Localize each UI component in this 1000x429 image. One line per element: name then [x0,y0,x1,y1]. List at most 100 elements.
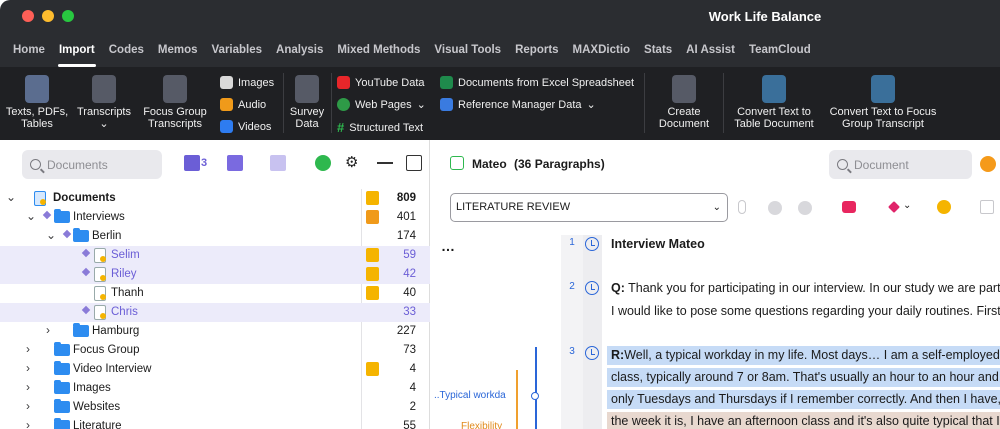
tab-analysis[interactable]: Analysis [269,34,330,67]
memo-icon[interactable] [366,267,379,281]
import-videos-button[interactable]: Videos [220,120,271,133]
zoom-window-button[interactable] [62,10,74,22]
code-emoticode-icon[interactable] [842,201,856,213]
code-with-new-icon[interactable] [798,201,812,215]
timestamp-icon[interactable] [585,237,599,251]
code-icon[interactable] [738,200,746,214]
paragraph-line[interactable]: R:Well, a typical workday in my life. Mo… [611,348,1000,362]
speaker-label: Q: [611,281,625,295]
minimize-window-button[interactable] [42,10,54,22]
tree-row-documents[interactable]: ⌄ Documents 809 [0,189,430,208]
convert-to-focus-group-button[interactable]: Convert Text to Focus Group Transcript [823,75,943,130]
memo-m-icon[interactable] [366,210,379,224]
gear-icon[interactable]: ⚙ [345,155,361,171]
tab-teamcloud[interactable]: TeamCloud [742,34,818,67]
tab-maxdictio[interactable]: MAXDictio [566,34,638,67]
add-document-icon[interactable] [315,155,331,171]
chevron-right-icon[interactable]: › [26,418,38,429]
emoji-icon[interactable] [937,200,951,214]
tab-ai-assist[interactable]: AI Assist [679,34,742,67]
ribbon-label: Texts, PDFs, [5,106,69,118]
paragraph-line[interactable]: I would like to pose some questions rega… [611,304,1000,318]
copy-documents-icon[interactable] [270,155,286,171]
import-texts-button[interactable]: Texts, PDFs, Tables [4,75,70,130]
close-window-button[interactable] [22,10,34,22]
tab-variables[interactable]: Variables [205,34,270,67]
excel-import-button[interactable]: Documents from Excel Spreadsheet [440,76,634,89]
memo-icon[interactable] [366,362,379,376]
memo-icon[interactable] [366,248,379,262]
tree-row-websites[interactable]: › Websites 2 [0,398,430,417]
tab-stats[interactable]: Stats [637,34,679,67]
search-placeholder: Document [854,157,909,172]
chevron-right-icon[interactable]: › [26,342,38,356]
create-document-button[interactable]: Create Document [648,75,720,130]
tab-memos[interactable]: Memos [151,34,205,67]
code-stripe[interactable] [535,347,537,429]
tree-row-images[interactable]: › Images 4 [0,379,430,398]
tree-row-video-interview[interactable]: › Video Interview 4 [0,360,430,379]
chevron-down-icon[interactable]: ⌄ [26,209,38,223]
import-audio-button[interactable]: Audio [220,98,266,111]
paragraph-line[interactable]: only Tuesdays and Thursdays if I remembe… [611,392,1000,406]
folder-icon [54,209,70,223]
paragraph-line[interactable]: the week it is, I have an afternoon clas… [611,414,1000,428]
tree-label: Video Interview [73,363,152,375]
chevron-down-icon[interactable]: ⌄ [46,228,58,242]
structured-text-button[interactable]: # Structured Text [337,120,423,135]
tab-mixed-methods[interactable]: Mixed Methods [330,34,427,67]
code-label-flexibility[interactable]: Flexibility [461,421,502,429]
tree-row-thanh[interactable]: Thanh 40 [0,284,430,303]
code-label-typical-workday[interactable]: ..Typical workda [434,390,506,401]
youtube-data-button[interactable]: YouTube Data [337,76,425,89]
memo-icon[interactable] [366,191,379,205]
chevron-down-icon[interactable]: ⌄ [903,200,911,211]
tree-row-selim[interactable]: Selim 59 [0,246,430,265]
tree-row-literature[interactable]: › Literature 55 [0,417,430,429]
documents-search-field[interactable]: Documents [22,150,162,179]
chevron-down-icon[interactable]: ⌄ [6,190,18,204]
transcripts-button[interactable]: Transcripts ⌄ [72,75,136,130]
tree-row-interviews[interactable]: ⌄ Interviews 401 [0,208,430,227]
tree-row-riley[interactable]: Riley 42 [0,265,430,284]
code-stripe[interactable] [516,370,518,429]
chevron-right-icon[interactable]: › [46,323,58,337]
code-in-vivo-icon[interactable] [768,201,782,215]
tree-row-berlin[interactable]: ⌄ Berlin 174 [0,227,430,246]
activate-documents-icon[interactable] [227,155,243,171]
focus-group-transcripts-button[interactable]: Focus Group Transcripts [138,75,212,130]
timestamp-icon[interactable] [585,346,599,360]
survey-icon [295,75,319,103]
reference-manager-button[interactable]: Reference Manager Data ⌄ [440,98,596,111]
web-pages-button[interactable]: Web Pages ⌄ [337,98,426,111]
play-icon[interactable] [980,156,996,172]
paragraph-line[interactable]: Q: Thank you for participating in our in… [611,281,1000,295]
code-selector-dropdown[interactable]: LITERATURE REVIEW ⌄ [450,193,728,222]
document-sets-icon[interactable] [184,155,200,171]
tree-row-focus-group[interactable]: › Focus Group 73 [0,341,430,360]
chevron-right-icon[interactable]: › [26,399,38,413]
minimize-panel-icon[interactable] [377,162,393,164]
tab-visual-tools[interactable]: Visual Tools [427,34,508,67]
memo-icon[interactable] [366,286,379,300]
import-images-button[interactable]: Images [220,76,274,89]
timestamp-icon[interactable] [585,281,599,295]
convert-to-table-button[interactable]: Convert Text to Table Document [727,75,821,130]
tree-row-hamburg[interactable]: › Hamburg 227 [0,322,430,341]
more-options-icon[interactable]: … [441,238,456,254]
chevron-down-icon: ⌄ [586,99,596,111]
tab-import[interactable]: Import [52,34,102,67]
tab-home[interactable]: Home [6,34,52,67]
chevron-right-icon[interactable]: › [26,361,38,375]
paragraph-line[interactable]: class, typically around 7 or 8am. That's… [611,370,999,384]
tab-reports[interactable]: Reports [508,34,565,67]
document-search-field[interactable]: Document [829,150,972,179]
tab-codes[interactable]: Codes [102,34,151,67]
paragraph-heading[interactable]: Interview Mateo [611,237,705,251]
edit-document-icon[interactable] [450,156,464,170]
memo-icon[interactable] [980,200,994,214]
survey-data-button[interactable]: Survey Data [286,75,328,130]
undock-panel-icon[interactable] [406,155,422,171]
chevron-right-icon[interactable]: › [26,380,38,394]
tree-row-chris[interactable]: Chris 33 [0,303,430,322]
